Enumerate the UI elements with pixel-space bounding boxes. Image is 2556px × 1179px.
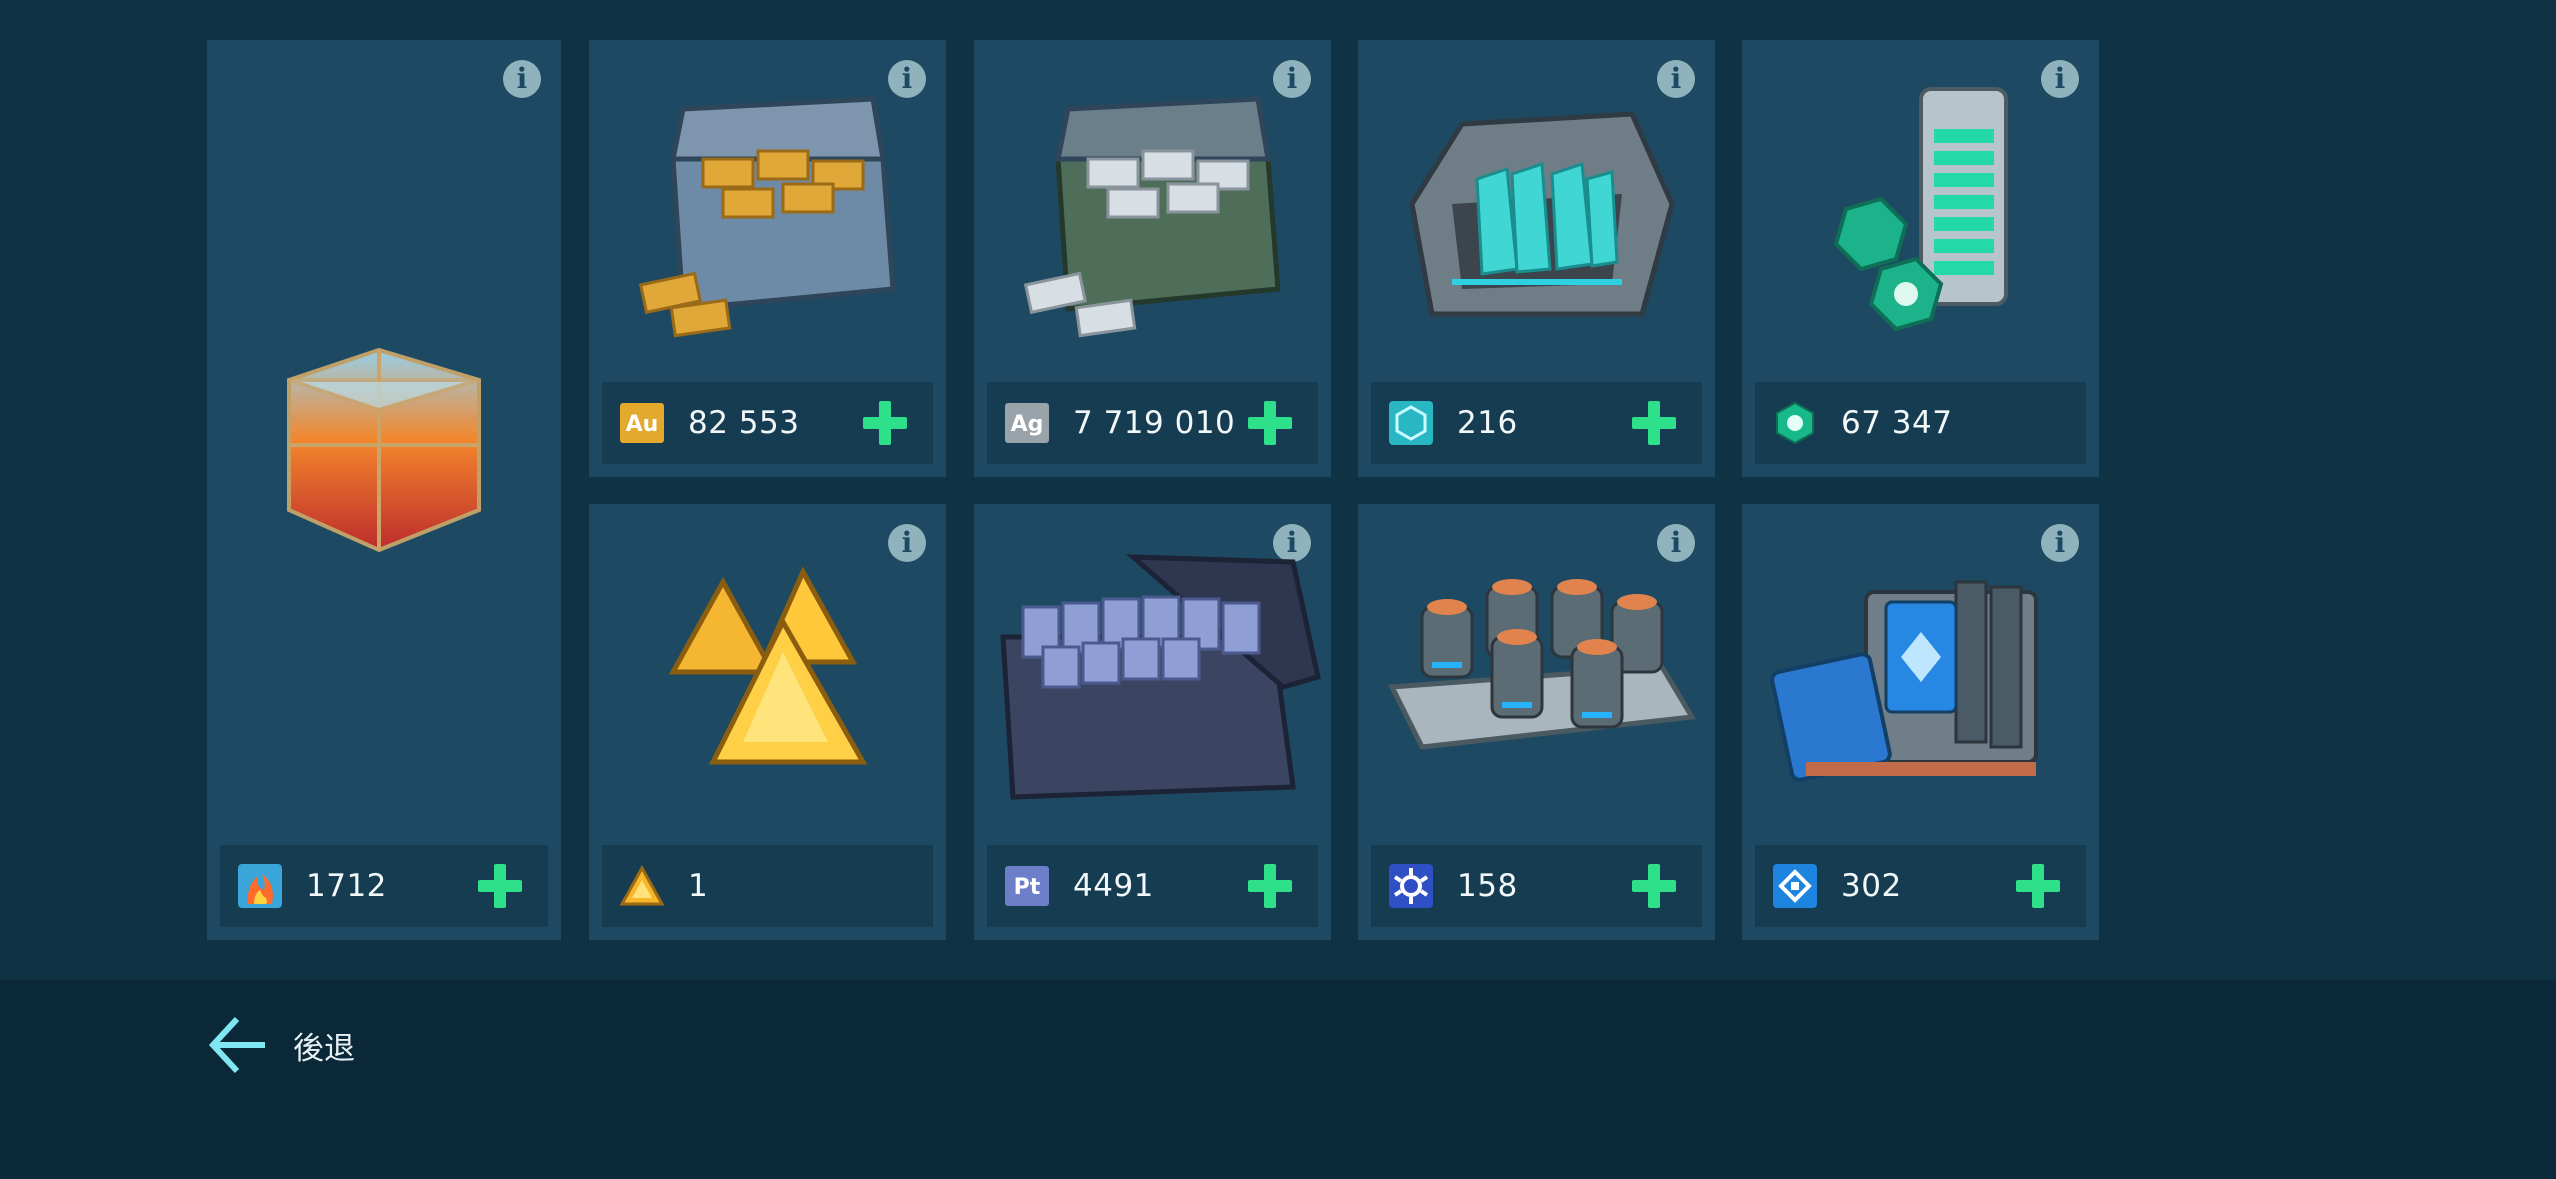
resource-card-platinum[interactable]: i Pt 4491 — [974, 504, 1331, 940]
resource-value: 302 — [1841, 868, 1902, 904]
back-label: 後退 — [293, 1030, 355, 1067]
resource-bar: Ag 7 719 010 — [987, 382, 1318, 464]
svg-text:Au: Au — [626, 412, 659, 437]
resource-bar: 1712 — [220, 845, 548, 927]
resource-value: 67 347 — [1841, 405, 1953, 441]
hex-crystal-icon — [1387, 399, 1435, 447]
silver-ag-icon: Ag — [1003, 399, 1051, 447]
flame-cube-cluster-image — [207, 40, 561, 850]
resource-value: 4491 — [1073, 868, 1154, 904]
resource-value: 158 — [1457, 868, 1518, 904]
resource-value: 82 553 — [688, 405, 800, 441]
arrow-left-icon — [208, 1016, 265, 1074]
resource-card-hex-crystals[interactable]: i 216 — [1358, 40, 1715, 477]
gold-chest-image — [589, 40, 946, 387]
svg-text:Pt: Pt — [1014, 875, 1041, 900]
add-button[interactable] — [1240, 856, 1300, 916]
resource-bar: Pt 4491 — [987, 845, 1318, 927]
module-gear-icon — [1387, 862, 1435, 910]
svg-text:Ag: Ag — [1011, 412, 1044, 437]
resource-value: 7 719 010 — [1073, 405, 1236, 441]
resource-card-green-tokens[interactable]: i 67 347 — [1742, 40, 2099, 477]
resource-bar: 216 — [1371, 382, 1702, 464]
add-button[interactable] — [470, 856, 530, 916]
flame-cube-icon — [236, 862, 284, 910]
back-button[interactable]: 後退 — [205, 1010, 355, 1080]
resource-bar: 1 — [602, 845, 933, 927]
resource-card-modules[interactable]: i 158 — [1358, 504, 1715, 940]
blueprint-chips-image — [1742, 504, 2099, 850]
resource-bar: Au 82 553 — [602, 382, 933, 464]
resource-value: 216 — [1457, 405, 1518, 441]
resource-card-flame-cubes[interactable]: i 1712 — [207, 40, 561, 940]
add-button[interactable] — [855, 393, 915, 453]
bottom-navigation-bar — [0, 980, 2556, 1179]
gold-triangle-crystals-image — [589, 504, 946, 850]
resource-card-blueprints[interactable]: i 302 — [1742, 504, 2099, 940]
resource-bar: 67 347 — [1755, 382, 2086, 464]
resource-value: 1712 — [306, 868, 387, 904]
add-button[interactable] — [1624, 856, 1684, 916]
add-button[interactable] — [2008, 856, 2068, 916]
platinum-pt-icon: Pt — [1003, 862, 1051, 910]
blueprint-chip-icon — [1771, 862, 1819, 910]
gold-triangle-icon — [618, 862, 666, 910]
add-button[interactable] — [1240, 393, 1300, 453]
resource-card-gold[interactable]: i Au 82 553 — [589, 40, 946, 477]
module-rack-image — [1358, 504, 1715, 850]
green-token-canister-image — [1742, 40, 2099, 387]
silver-chest-image — [974, 40, 1331, 387]
resource-value: 1 — [688, 868, 709, 904]
crystal-case-image — [1358, 40, 1715, 387]
green-token-icon — [1771, 399, 1819, 447]
gold-au-icon: Au — [618, 399, 666, 447]
add-button[interactable] — [1624, 393, 1684, 453]
resource-card-silver[interactable]: i Ag 7 719 010 — [974, 40, 1331, 477]
platinum-chest-image — [974, 504, 1331, 850]
resource-bar: 158 — [1371, 845, 1702, 927]
resource-card-gold-triangles[interactable]: i 1 — [589, 504, 946, 940]
resource-bar: 302 — [1755, 845, 2086, 927]
